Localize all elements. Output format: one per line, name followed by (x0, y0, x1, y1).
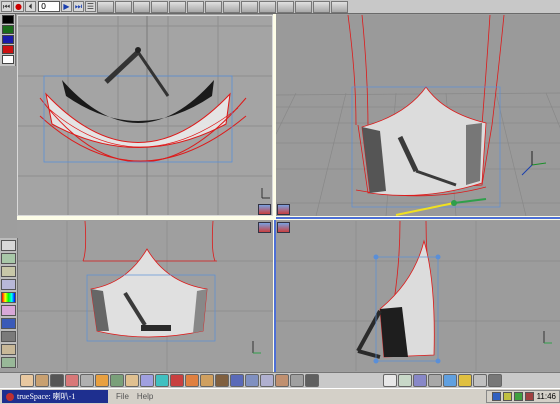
viewport-side[interactable] (276, 221, 560, 371)
viewport-top-canvas (18, 16, 272, 215)
viewport-controls-icon[interactable] (277, 204, 290, 215)
library-icon[interactable] (428, 374, 442, 387)
go-start-button[interactable]: ⏮ (1, 1, 12, 12)
scene-editor-icon[interactable] (398, 374, 412, 387)
swatch-white[interactable] (2, 55, 14, 64)
viewport-divider-blue-horizontal (276, 217, 560, 219)
viewport-side-canvas (276, 221, 560, 371)
spline-icon[interactable] (155, 374, 169, 387)
glue-tool-icon[interactable] (241, 0, 258, 13)
color-palette (0, 14, 16, 66)
object-tool-icon[interactable] (97, 0, 114, 13)
render-tool-icon[interactable] (1, 318, 16, 329)
left-tool-panel (0, 238, 18, 368)
bottom-toolbar (0, 372, 560, 388)
wood-texture-icon[interactable] (215, 374, 229, 387)
path-tool-icon[interactable] (1, 357, 16, 368)
navigate-tool-icon[interactable] (169, 0, 186, 13)
viewport-controls-icon[interactable] (277, 222, 290, 233)
layout-icon[interactable] (383, 374, 397, 387)
torus-primitive-icon[interactable] (65, 374, 79, 387)
bump-icon[interactable] (140, 374, 154, 387)
checker-icon[interactable] (230, 374, 244, 387)
viewport-controls-icon[interactable] (258, 204, 271, 215)
swatch-black[interactable] (2, 15, 14, 24)
cylinder-primitive-icon[interactable] (95, 374, 109, 387)
material-ball-icon[interactable] (185, 374, 199, 387)
clock: 11:46 (536, 392, 556, 401)
scale-tool-icon[interactable] (151, 0, 168, 13)
prev-frame-button[interactable]: ⏴ (25, 1, 36, 12)
swatch-blue[interactable] (2, 35, 14, 44)
unlink-tool-icon[interactable] (205, 0, 222, 13)
app-icon (6, 392, 14, 401)
record-button[interactable]: ● (13, 1, 24, 12)
rotate-tool-icon[interactable] (133, 0, 150, 13)
group-tool-icon[interactable] (295, 0, 312, 13)
light-tool-icon[interactable] (1, 344, 16, 355)
menu-item-help[interactable]: Help (137, 392, 153, 401)
arrange-tool-icon[interactable] (313, 0, 330, 13)
move-tool-icon[interactable] (115, 0, 132, 13)
shader-icon[interactable] (200, 374, 214, 387)
viewport-divider-blue-vertical (274, 220, 276, 372)
camera-tool-icon[interactable] (1, 331, 16, 342)
play-button[interactable]: ▶ (61, 1, 72, 12)
viewport-top[interactable] (17, 15, 273, 216)
material-tool-icon[interactable] (1, 305, 16, 316)
viewport-perspective[interactable] (276, 15, 560, 216)
panel-icon[interactable] (488, 374, 502, 387)
viewport-front[interactable] (17, 221, 273, 371)
menu-icon[interactable]: ☰ (85, 1, 96, 12)
sweep-tool-icon[interactable] (1, 266, 16, 277)
grid-tool-icon[interactable] (1, 240, 16, 251)
animation-icon[interactable] (458, 374, 472, 387)
sphere-primitive-icon[interactable] (20, 374, 34, 387)
menu-bar: File Help (116, 392, 161, 401)
app-title: trueSpace: 喇叭-1 (17, 392, 76, 401)
person-icon[interactable] (290, 374, 304, 387)
swatch-red[interactable] (2, 45, 14, 54)
network-icon[interactable] (491, 392, 501, 401)
viewport-controls-icon[interactable] (258, 222, 271, 233)
taskbar: trueSpace: 喇叭-1 File Help 11:46 (0, 388, 560, 404)
render-scene-icon[interactable] (443, 374, 457, 387)
antivirus-icon[interactable] (513, 392, 523, 401)
delete-tool-icon[interactable] (277, 0, 294, 13)
glass-icon[interactable] (260, 374, 274, 387)
plane-primitive-icon[interactable] (110, 374, 124, 387)
scene-tool-icon[interactable] (331, 0, 348, 13)
go-end-button[interactable]: ⏭ (73, 1, 84, 12)
copy-tool-icon[interactable] (259, 0, 276, 13)
color-picker-icon[interactable] (1, 292, 16, 303)
viewport-perspective-canvas (276, 15, 560, 216)
robot-icon[interactable] (305, 374, 319, 387)
grid-icon[interactable] (413, 374, 427, 387)
input-method-icon[interactable] (524, 392, 534, 401)
camera-icon[interactable] (50, 374, 64, 387)
texture-icon[interactable] (125, 374, 139, 387)
truespace-window: ⏮ ● ⏴ 0 ▶ ⏭ ☰ trueSpace: 喇叭-1 File Help … (0, 0, 560, 404)
frame-input[interactable]: 0 (38, 1, 60, 12)
swatch-green[interactable] (2, 25, 14, 34)
link-tool-icon[interactable] (187, 0, 204, 13)
menu-item-file[interactable]: File (116, 392, 129, 401)
tube-primitive-icon[interactable] (80, 374, 94, 387)
reflection-icon[interactable] (245, 374, 259, 387)
system-tray: 11:46 (485, 390, 560, 403)
taskbar-app-button[interactable]: trueSpace: 喇叭-1 (2, 390, 108, 403)
face-icon[interactable] (275, 374, 289, 387)
top-toolbar: ⏮ ● ⏴ 0 ▶ ⏭ ☰ (0, 0, 560, 14)
help-icon[interactable] (473, 374, 487, 387)
axes-tool-icon[interactable] (223, 0, 240, 13)
cone-primitive-icon[interactable] (35, 374, 49, 387)
viewport-front-canvas (17, 221, 273, 371)
lathe-tool-icon[interactable] (1, 279, 16, 290)
volume-icon[interactable] (502, 392, 512, 401)
deform-tool-icon[interactable] (1, 253, 16, 264)
paint-icon[interactable] (170, 374, 184, 387)
